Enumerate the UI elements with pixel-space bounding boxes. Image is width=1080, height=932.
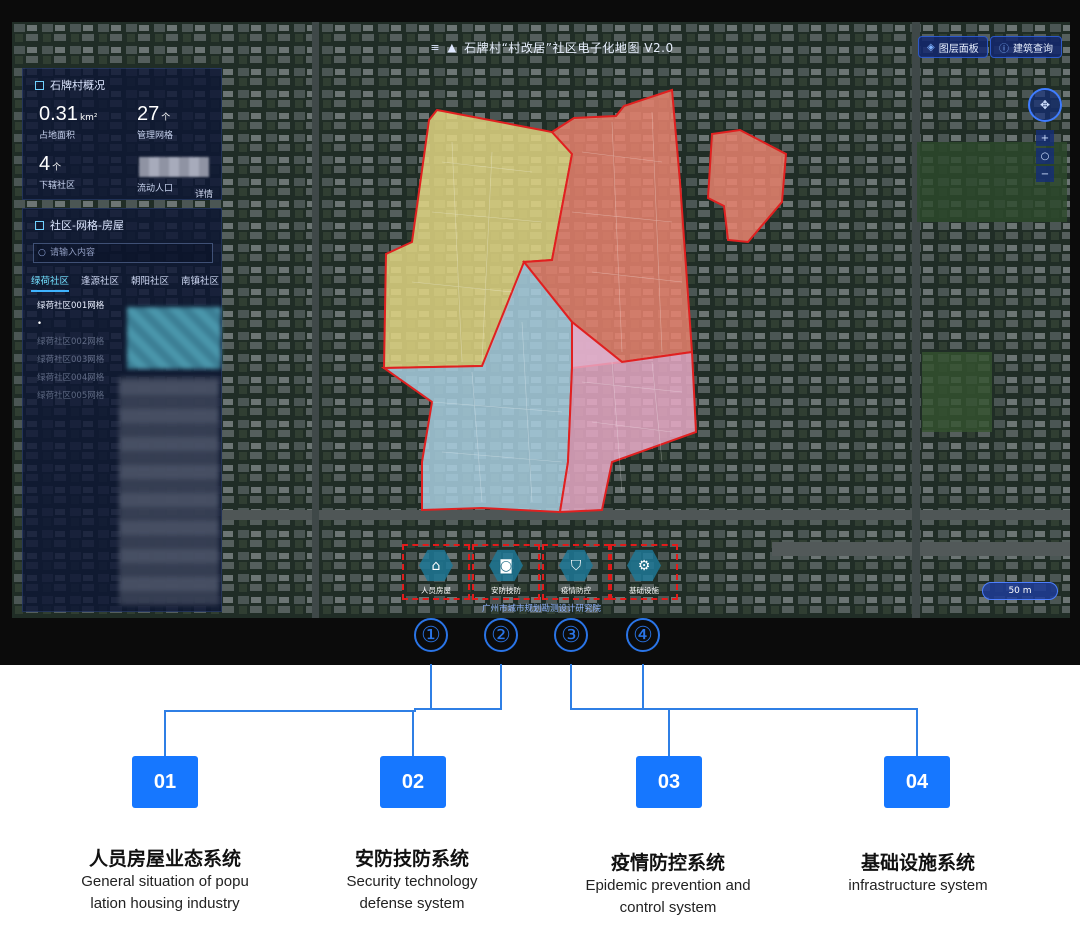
grid-label: 管理网格 (137, 131, 174, 141)
cube-icon (35, 80, 44, 90)
building-query-button[interactable]: ⓘ 建筑查询 (990, 36, 1062, 58)
system-title-en: infrastructure system (848, 877, 988, 894)
zoom-in-button[interactable]: + (1036, 130, 1054, 146)
overview-title-text: 石牌村概况 (50, 79, 105, 92)
grid-value: 27 (137, 103, 160, 125)
system-caption-3: 疫情防控系统 Epidemic prevention and control s… (558, 848, 778, 919)
system-title-zh: 疫情防控系统 (610, 852, 725, 874)
grid-list: 绿荷社区001网格 • 绿荷社区002网格 绿荷社区003网格 绿荷社区004网… (37, 297, 117, 405)
list-item[interactable]: 绿荷社区002网格 (37, 333, 117, 351)
circled-number-1: ① (414, 618, 448, 652)
tool-epidemic[interactable]: ⛉ 疫情防控 (542, 544, 610, 600)
map-application: ≡ ▲ 石牌村“村改居”社区电子化地图 V2.0 ◈ 图层面板 ⓘ 建筑查询 石… (12, 22, 1070, 618)
list-item[interactable]: 绿荷社区001网格 (37, 297, 117, 315)
tool-label: 基础设施 (629, 585, 659, 595)
circled-number-4: ④ (626, 618, 660, 652)
list-item[interactable]: 绿荷社区005网格 (37, 387, 117, 405)
gear-icon: ⚙ (627, 549, 661, 582)
map-credit: 广州市城市规划勘测设计研究院 (482, 604, 602, 614)
system-number-03: 03 (636, 756, 702, 808)
menu-icon[interactable]: ≡ (430, 41, 439, 54)
system-title-zh: 人员房屋业态系统 (88, 848, 241, 870)
tool-security[interactable]: ◙ 安防技防 (472, 544, 540, 600)
search-input[interactable]: ○ 请输入内容 (33, 243, 213, 263)
grid-unit: 个 (161, 113, 171, 123)
tab-community-3[interactable]: 朝阳社区 (131, 273, 169, 292)
map-title: 石牌村“村改居”社区电子化地图 V2.0 (464, 40, 674, 55)
community-grid-panel: 社区-网格-房屋 ○ 请输入内容 绿荷社区 逢源社区 朝阳社区 南镇社区 绿荷社… (22, 208, 222, 612)
redacted-list (119, 377, 219, 605)
area-label: 占地面积 (39, 131, 76, 141)
area-stat: 0.31 km² 占地面积 (39, 103, 98, 141)
system-title-en: lation housing industry (90, 895, 240, 912)
community-stat: 4个 下辖社区 (39, 153, 75, 191)
tool-label: 安防技防 (491, 585, 521, 595)
tab-community-2[interactable]: 逢源社区 (81, 273, 119, 292)
area-unit: km² (79, 113, 98, 123)
tab-community-4[interactable]: 南镇社区 (181, 273, 219, 292)
infographic: ≡ ▲ 石牌村“村改居”社区电子化地图 V2.0 ◈ 图层面板 ⓘ 建筑查询 石… (0, 0, 1080, 932)
system-title-en: General situation of popu (81, 873, 249, 890)
zoom-reset-button[interactable]: ○ (1036, 148, 1054, 164)
system-title-en: Epidemic prevention and (585, 877, 751, 894)
system-caption-2: 安防技防系统 Security technology defense syste… (302, 844, 522, 915)
community-label: 下辖社区 (39, 181, 76, 191)
list-item[interactable]: 绿荷社区004网格 (37, 369, 117, 387)
camera-icon: ◙ (489, 549, 523, 582)
area-value: 0.31 (39, 103, 78, 125)
community-value: 4 (39, 153, 51, 175)
grid-stat: 27 个 管理网格 (137, 103, 173, 141)
village-overview-panel: 石牌村概况 0.31 km² 占地面积 27 个 管理网格 4个 下辖社区 流动人口… (22, 68, 222, 200)
community-panel-title: 社区-网格-房屋 (35, 217, 124, 233)
tab-community-1[interactable]: 绿荷社区 (31, 273, 70, 292)
community-unit: 个 (52, 163, 62, 173)
list-item: • (37, 319, 43, 329)
system-title-en: defense system (359, 895, 465, 912)
detail-link[interactable]: 详情 (195, 187, 213, 200)
tool-label: 疫情防控 (561, 585, 591, 595)
info-icon: ⓘ (999, 43, 1009, 55)
system-number-01: 01 (132, 756, 198, 808)
system-title-en: control system (619, 899, 717, 916)
house-icon: ⌂ (419, 549, 453, 582)
system-caption-4: 基础设施系统 infrastructure system (808, 848, 1028, 897)
logo-icon: ▲ (447, 40, 457, 54)
system-number-02: 02 (380, 756, 446, 808)
search-placeholder: 请输入内容 (50, 248, 96, 258)
tool-people-housing[interactable]: ⌂ 人员房屋 (402, 544, 470, 600)
search-icon: ○ (38, 248, 46, 258)
layer-panel-label: 图层面板 (938, 43, 979, 55)
floating-label: 流动人口 (137, 184, 174, 194)
tool-label: 人员房屋 (421, 585, 451, 595)
system-title-zh: 安防技防系统 (354, 848, 469, 870)
building-query-label: 建筑查询 (1013, 43, 1053, 55)
redacted-selection (127, 307, 221, 369)
system-title-zh: 基础设施系统 (860, 852, 975, 874)
overview-title: 石牌村概况 (35, 77, 105, 93)
system-title-en: Security technology (346, 873, 478, 890)
system-caption-1: 人员房屋业态系统 General situation of popu latio… (55, 844, 275, 915)
redacted-value (139, 157, 209, 177)
layer-panel-button[interactable]: ◈ 图层面板 (918, 36, 988, 58)
layers-icon: ◈ (927, 41, 935, 53)
shield-icon: ⛉ (559, 549, 593, 582)
circled-number-3: ③ (554, 618, 588, 652)
zoom-out-button[interactable]: − (1036, 166, 1054, 182)
floating-population-stat: 流动人口 (137, 179, 173, 194)
circled-number-2: ② (484, 618, 518, 652)
map-header: ≡ ▲ 石牌村“村改居”社区电子化地图 V2.0 (342, 36, 762, 58)
community-tabs: 绿荷社区 逢源社区 朝阳社区 南镇社区 (31, 273, 219, 292)
system-number-04: 04 (884, 756, 950, 808)
compass-icon[interactable]: ✥ (1028, 88, 1062, 122)
scale-bar: 50 m (982, 582, 1058, 600)
tool-infrastructure[interactable]: ⚙ 基础设施 (610, 544, 678, 600)
cube-icon (35, 220, 44, 230)
community-panel-title-text: 社区-网格-房屋 (50, 219, 124, 232)
list-item[interactable]: 绿荷社区003网格 (37, 351, 117, 369)
